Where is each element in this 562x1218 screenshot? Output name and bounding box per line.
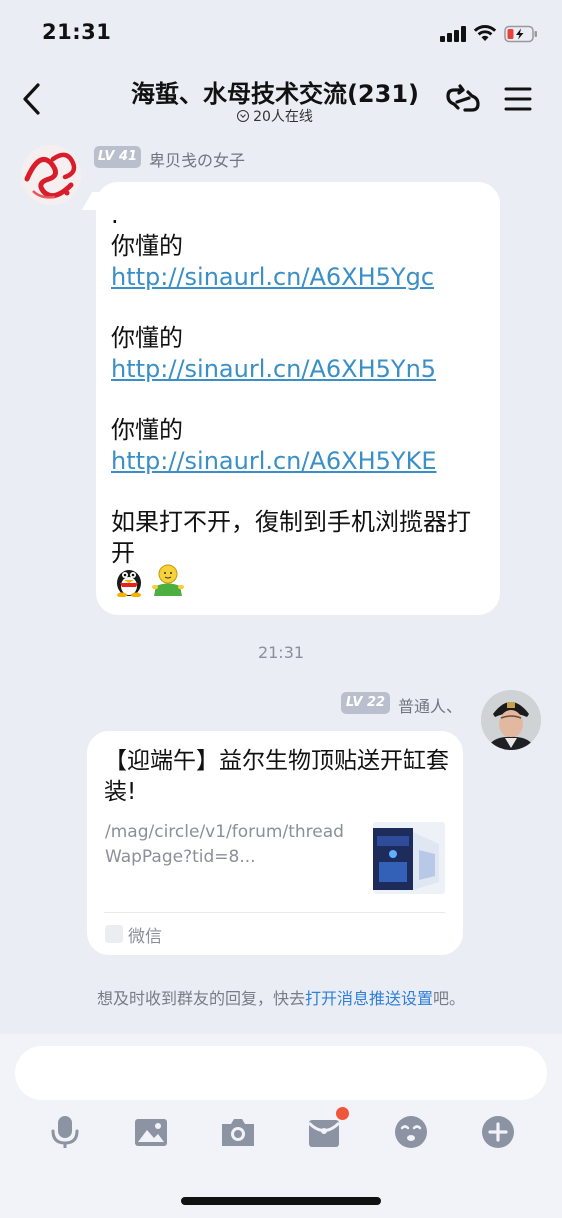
- plus-icon[interactable]: [480, 1114, 516, 1150]
- avatar-image: [21, 145, 81, 205]
- push-settings-link[interactable]: 打开消息推送设置: [305, 989, 433, 1008]
- battery-icon: [504, 25, 537, 43]
- avatar[interactable]: [481, 690, 541, 750]
- card-thumbnail: [373, 822, 445, 894]
- nav-bar: 海蜇、水母技术交流(231) 20人在线: [0, 68, 562, 130]
- chevron-circle-icon: [237, 110, 250, 122]
- status-bar: 21:31: [0, 0, 562, 68]
- text-line: .: [111, 201, 119, 229]
- notification-dot: [336, 1107, 349, 1120]
- text-line: 如果打不开，復制到手机浏揽器打开: [111, 508, 471, 567]
- link-line: 你懂的 http://sinaurl.cn/A6XH5Ygc: [111, 232, 435, 291]
- qq-penguin-emoji-icon: [117, 570, 141, 597]
- card-title: 【迎端午】益尔生物顶贴送开缸套装!: [104, 748, 449, 805]
- mic-icon[interactable]: [47, 1114, 83, 1150]
- home-indicator: [181, 1197, 381, 1205]
- camera-icon[interactable]: [220, 1114, 256, 1150]
- push-notice: 想及时收到群友的回复，快去打开消息推送设置吧。: [96, 989, 466, 1008]
- status-time: 21:31: [42, 20, 112, 44]
- card-url: /mag/circle/v1/forum/threadWapPage?tid=8…: [105, 822, 344, 867]
- wifi-icon: [473, 25, 497, 41]
- sender-name[interactable]: 普通人、: [398, 693, 462, 717]
- avatar[interactable]: [21, 145, 81, 205]
- online-count[interactable]: 20人在线: [200, 106, 350, 126]
- person-emoji-icon: [152, 564, 184, 596]
- message-link[interactable]: http://sinaurl.cn/A6XH5Yn5: [111, 355, 436, 383]
- wechat-icon: [105, 925, 123, 943]
- link-line: 你懂的 http://sinaurl.cn/A6XH5YKE: [111, 416, 437, 475]
- avatar-image: [481, 690, 541, 750]
- message-link[interactable]: http://sinaurl.cn/A6XH5Ygc: [111, 263, 434, 291]
- card-source: 微信: [128, 927, 162, 947]
- signal-icon: [440, 26, 466, 42]
- sender-name[interactable]: 卑贝戋の女子: [149, 147, 245, 171]
- message-text: . 你懂的 http://sinaurl.cn/A6XH5Ygc 你懂的 htt…: [111, 200, 481, 569]
- back-button[interactable]: [18, 80, 48, 118]
- share-link-icon[interactable]: [444, 82, 482, 118]
- group-title: 海蜇、水母技术交流(231): [130, 80, 420, 108]
- level-badge: LV 41: [94, 146, 141, 168]
- menu-icon[interactable]: [504, 86, 532, 112]
- level-badge: LV 22: [341, 692, 390, 714]
- message-input[interactable]: [15, 1046, 547, 1100]
- emoji-icon[interactable]: [393, 1114, 429, 1150]
- image-icon[interactable]: [133, 1114, 169, 1150]
- red-packet-icon[interactable]: [306, 1114, 342, 1150]
- link-line: 你懂的 http://sinaurl.cn/A6XH5Yn5: [111, 324, 437, 383]
- card-divider: [104, 912, 445, 913]
- product-image: [373, 822, 445, 894]
- message-link[interactable]: http://sinaurl.cn/A6XH5YKE: [111, 447, 437, 475]
- message-timestamp: 21:31: [257, 643, 305, 662]
